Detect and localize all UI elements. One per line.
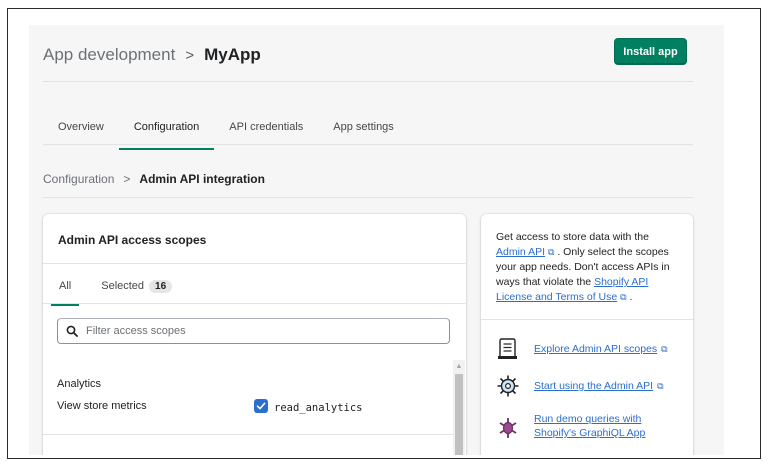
filter-scopes-input[interactable] [86,325,449,337]
scroll-up-arrow-icon[interactable]: ▲ [453,360,465,372]
breadcrumb-separator: > [185,46,195,64]
scrollbar-thumb[interactable] [455,374,463,455]
external-link-icon: ⧉ [661,343,668,354]
tab-app-settings[interactable]: App settings [318,121,409,143]
bug-icon [496,416,520,440]
scope-tabs-divider [43,303,466,304]
tab-all-scopes[interactable]: All [51,276,80,306]
section-breadcrumb: Configuration > Admin API integration [43,172,265,186]
admin-api-link[interactable]: Admin API [496,246,545,258]
card-title: Admin API access scopes [58,233,207,247]
section-divider [43,197,693,198]
access-scopes-card: Admin API access scopes All Selected 16 … [43,214,466,455]
tab-overview[interactable]: Overview [43,121,119,143]
scope-group-title: Analytics [57,378,102,390]
install-app-button[interactable]: Install app [614,38,687,65]
info-paragraph: Get access to store data with the Admin … [496,230,681,305]
external-link-icon: ⧉ [620,292,627,302]
resource-graphiql-demo: Run demo queries with Shopify's GraphiQL… [496,412,664,440]
explore-scopes-link[interactable]: Explore Admin API scopes [534,342,657,356]
header-divider [43,81,693,82]
tab-selected-label: Selected [101,280,145,292]
tabs-divider [43,144,693,145]
api-info-card: Get access to store data with the Admin … [481,214,693,455]
resource-start-admin-api: Start using the Admin API ⧉ [496,374,664,398]
page-title: MyApp [204,45,261,64]
document-icon [496,337,520,361]
scopes-scrollbar[interactable]: ▲ [453,360,465,455]
tab-all-label: All [59,280,72,292]
scope-code: read_analytics [274,402,363,414]
config-tabs: Overview Configuration API credentials A… [43,121,409,150]
info-card-divider [481,319,693,320]
page-canvas: App development > MyApp Install app Over… [29,25,724,455]
graphiql-demo-link[interactable]: Run demo queries with Shopify's GraphiQL… [534,412,664,440]
card-header-divider [43,263,466,264]
tab-configuration[interactable]: Configuration [118,121,215,150]
read-analytics-checkbox[interactable] [254,399,268,413]
filter-scopes-field[interactable] [57,318,450,344]
start-admin-api-link[interactable]: Start using the Admin API [534,379,653,393]
page-breadcrumb: App development > MyApp [43,42,261,68]
section-breadcrumb-root-link[interactable]: Configuration [43,172,114,186]
external-link-icon: ⧉ [657,380,664,391]
scope-description: View store metrics [57,400,147,412]
external-link-icon: ⧉ [547,247,555,257]
app-window: App development > MyApp Install app Over… [7,8,761,459]
info-text-intro: Get access to store data with the [496,231,649,243]
checkmark-icon [256,402,266,410]
info-text-end: . [629,291,633,303]
section-title: Admin API integration [139,172,265,186]
tab-selected-scopes[interactable]: Selected 16 [93,276,180,296]
selected-count-badge: 16 [149,279,173,293]
resource-explore-scopes: Explore Admin API scopes ⧉ [496,337,668,361]
scope-filter-tabs: All Selected 16 [51,276,194,306]
scope-row-divider [43,434,453,435]
search-icon [58,325,86,337]
gear-icon [496,374,520,398]
breadcrumb-root-link[interactable]: App development [43,45,175,65]
section-breadcrumb-separator: > [123,172,131,186]
tab-api-credentials[interactable]: API credentials [214,121,318,143]
